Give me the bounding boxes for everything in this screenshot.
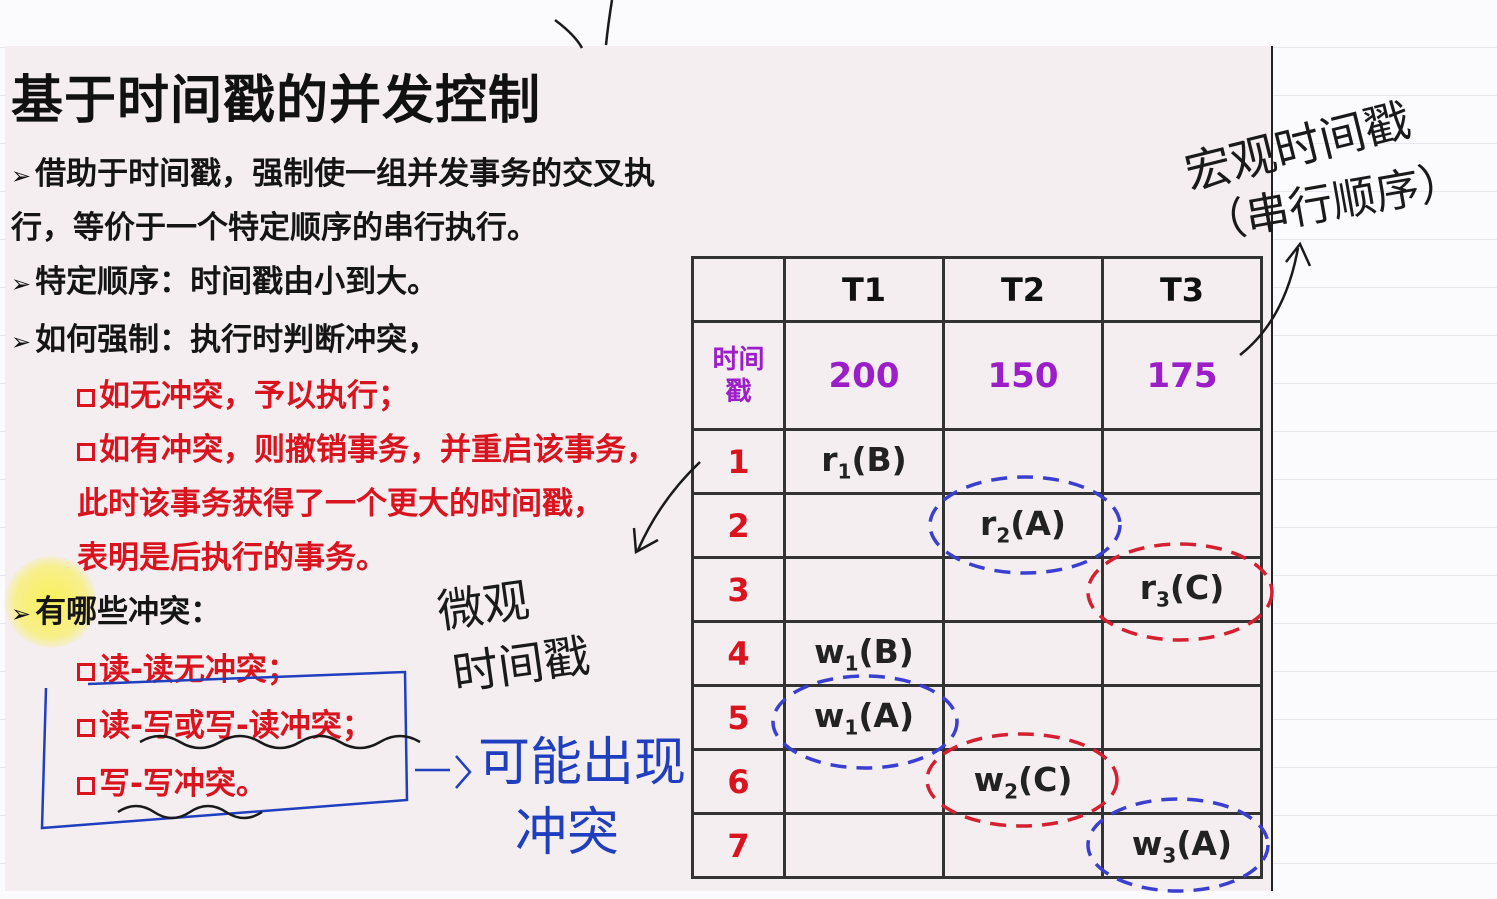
op-type: w bbox=[814, 631, 845, 671]
op-cell bbox=[783, 748, 945, 815]
timestamp-table: T1 T2 T3 时间 戳 200 150 175 1 r1(B) 2 r2(A) 3 r… bbox=[691, 256, 1263, 879]
square-bullet-icon bbox=[77, 777, 95, 795]
row-number: 1 bbox=[691, 428, 786, 495]
header-t2: T2 bbox=[942, 256, 1104, 323]
op-cell bbox=[942, 620, 1104, 687]
op-type: w bbox=[1131, 823, 1163, 863]
slide-title: 基于时间戳的并发控制 bbox=[11, 71, 542, 131]
op-type: r bbox=[821, 439, 838, 479]
bullet-2: ➢ 特定顺序：时间戳由小到大。 bbox=[11, 264, 439, 300]
row-number: 2 bbox=[691, 492, 786, 559]
slide: 基于时间戳的并发控制 ➢ 借助于时间戳，强制使一组并发事务的交叉执 行，等价于一个… bbox=[5, 46, 1273, 891]
op-item: (B) bbox=[858, 631, 914, 671]
op-cell bbox=[783, 492, 945, 559]
op-cell bbox=[1101, 492, 1263, 559]
conflict-2: 读-写或写-读冲突； bbox=[77, 700, 373, 745]
op-transaction: 2 bbox=[996, 523, 1011, 548]
arrow-bullet-icon: ➢ bbox=[11, 600, 32, 628]
op-item: (A) bbox=[858, 695, 915, 735]
op-item: (A) bbox=[1010, 503, 1066, 543]
sub-bullet-2-cont1: 此时该事务获得了一个更大的时间戳， bbox=[77, 486, 604, 522]
op-cell bbox=[783, 556, 945, 623]
op-cell bbox=[942, 556, 1104, 623]
op-item: (A) bbox=[1176, 823, 1233, 863]
op-cell: w2(C) bbox=[942, 748, 1104, 815]
op-item: (C) bbox=[1169, 567, 1225, 607]
timestamp-t2: 150 bbox=[942, 320, 1104, 431]
op-transaction: 3 bbox=[1155, 587, 1170, 612]
arrow-bullet-icon: ➢ bbox=[11, 270, 32, 298]
arrow-bullet-icon: ➢ bbox=[11, 162, 32, 190]
row-number: 7 bbox=[691, 812, 786, 879]
table-row: 7 w3(A) bbox=[691, 812, 1263, 879]
table-row: 4 w1(B) bbox=[691, 620, 1263, 687]
op-cell: r1(B) bbox=[783, 428, 945, 495]
table-row: 2 r2(A) bbox=[691, 492, 1263, 559]
table-row: 6 w2(C) bbox=[691, 748, 1263, 815]
square-bullet-icon bbox=[77, 389, 95, 407]
row-number: 4 bbox=[691, 620, 786, 687]
op-cell bbox=[942, 812, 1104, 879]
conflict-1: 读-读无冲突； bbox=[77, 644, 298, 689]
table-header-row: T1 T2 T3 bbox=[691, 256, 1263, 323]
timestamp-label: 时间 戳 bbox=[691, 320, 786, 431]
op-transaction: 1 bbox=[844, 715, 859, 740]
op-transaction: 2 bbox=[1004, 779, 1019, 804]
timestamp-row: 时间 戳 200 150 175 bbox=[691, 320, 1263, 431]
op-cell bbox=[1101, 748, 1263, 815]
op-cell bbox=[783, 812, 945, 879]
operation-rows: 1 r1(B) 2 r2(A) 3 r3(C) 4 w1(B) 5 w1(A) 6 w2(C) 7 w3(… bbox=[691, 428, 1263, 879]
op-transaction: 1 bbox=[844, 651, 859, 676]
row-number: 5 bbox=[691, 684, 786, 751]
timestamp-t3: 175 bbox=[1101, 320, 1263, 431]
table-row: 5 w1(A) bbox=[691, 684, 1263, 751]
bullet-1-cont: 行，等价于一个特定顺序的串行执行。 bbox=[11, 210, 538, 246]
op-type: w bbox=[813, 695, 845, 735]
op-type: r bbox=[1139, 567, 1156, 607]
table-row: 1 r1(B) bbox=[691, 428, 1263, 495]
row-number: 3 bbox=[691, 556, 786, 623]
bullet-3: ➢ 如何强制：执行时判断冲突， bbox=[11, 322, 439, 358]
sub-bullet-2: 如有冲突，则撤销事务，并重启该事务， bbox=[77, 424, 657, 469]
op-transaction: 3 bbox=[1162, 843, 1177, 868]
op-cell bbox=[942, 428, 1104, 495]
op-cell: w3(A) bbox=[1101, 812, 1263, 879]
header-t1: T1 bbox=[783, 256, 945, 323]
op-cell bbox=[942, 684, 1104, 751]
table-row: 3 r3(C) bbox=[691, 556, 1263, 623]
sub-bullet-2-cont2: 表明是后执行的事务。 bbox=[77, 540, 387, 576]
op-transaction: 1 bbox=[837, 459, 852, 484]
arrow-bullet-icon: ➢ bbox=[11, 328, 32, 356]
row-number: 6 bbox=[691, 748, 786, 815]
op-cell: w1(A) bbox=[783, 684, 945, 751]
op-cell: r3(C) bbox=[1101, 556, 1263, 623]
op-type: r bbox=[980, 503, 997, 543]
timestamp-t1: 200 bbox=[783, 320, 945, 431]
op-item: (B) bbox=[851, 439, 907, 479]
square-bullet-icon bbox=[77, 443, 95, 461]
op-cell bbox=[1101, 428, 1263, 495]
op-cell: w1(B) bbox=[783, 620, 945, 687]
op-cell bbox=[1101, 684, 1263, 751]
op-type: w bbox=[973, 759, 1005, 799]
table-corner-cell bbox=[691, 256, 786, 323]
op-cell bbox=[1101, 620, 1263, 687]
op-cell: r2(A) bbox=[942, 492, 1104, 559]
op-item: (C) bbox=[1018, 759, 1073, 799]
sub-bullet-1: 如无冲突，予以执行； bbox=[77, 370, 409, 415]
header-t3: T3 bbox=[1101, 256, 1263, 323]
bullet-1: ➢ 借助于时间戳，强制使一组并发事务的交叉执 bbox=[11, 156, 656, 192]
square-bullet-icon bbox=[77, 719, 95, 737]
bullet-4: ➢ 有哪些冲突： bbox=[11, 594, 222, 630]
square-bullet-icon bbox=[77, 663, 95, 681]
conflict-3: 写-写冲突。 bbox=[77, 758, 267, 803]
